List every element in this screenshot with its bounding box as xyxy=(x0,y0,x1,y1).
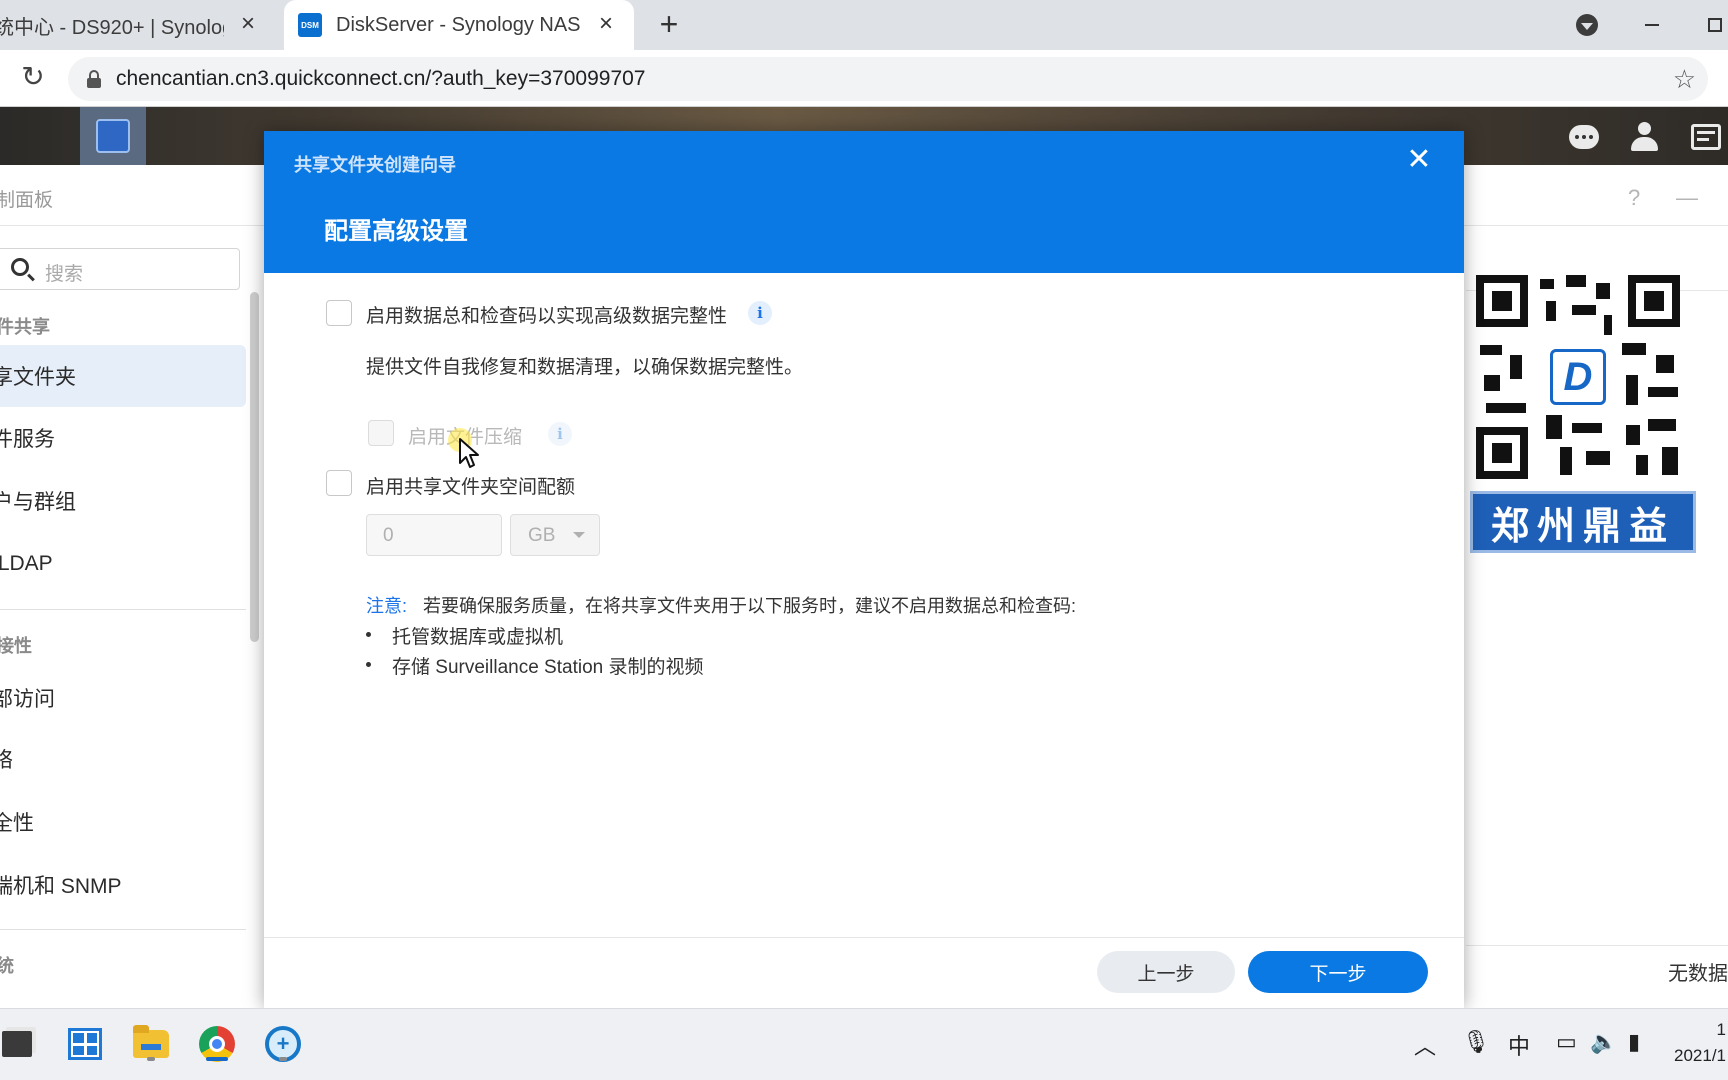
divider xyxy=(1466,945,1728,946)
minimize-window-icon[interactable]: — xyxy=(1676,185,1698,211)
user-icon[interactable] xyxy=(1624,117,1664,157)
sidebar-item-external-access[interactable]: 部访问 xyxy=(0,667,246,729)
display-icon[interactable]: ▭ xyxy=(1556,1029,1577,1055)
checksum-checkbox[interactable] xyxy=(326,300,352,326)
url-text: chencantian.cn3.quickconnect.cn/?auth_ke… xyxy=(116,67,646,90)
section-system: 统 xyxy=(0,956,14,976)
qr-logo-icon: D xyxy=(1550,349,1606,405)
tab-title: DiskServer - Synology NAS xyxy=(336,13,581,36)
quota-checkbox[interactable] xyxy=(326,470,352,496)
new-tab-button[interactable]: + xyxy=(652,8,686,42)
chevron-down-icon xyxy=(573,532,585,538)
search-icon xyxy=(11,258,29,276)
sidebar-item-ldap[interactable]: /LDAP xyxy=(0,533,246,595)
clock-date: 2021/1 xyxy=(1674,1046,1726,1065)
divider xyxy=(0,929,246,930)
start-icon[interactable] xyxy=(0,1021,40,1067)
sidebar-item-users-groups[interactable]: 户与群组 xyxy=(0,470,246,532)
section-connectivity: 接性 xyxy=(0,636,32,656)
chrome-icon[interactable] xyxy=(194,1021,240,1067)
tray-overflow-chevron-icon[interactable]: ︿ xyxy=(1414,1029,1436,1061)
close-icon[interactable]: × xyxy=(594,12,618,37)
search-app-icon[interactable]: + xyxy=(260,1021,306,1067)
sidebar-item-security[interactable]: 全性 xyxy=(0,791,246,853)
file-explorer-icon[interactable] xyxy=(128,1021,174,1067)
search-field[interactable]: 搜索 xyxy=(0,248,240,290)
sidebar-item-terminal-snmp[interactable]: 端机和 SNMP xyxy=(0,854,246,916)
os-taskbar: + ︿ 🎙 中 ▭ 🔈 ▮ 1 2021/1 xyxy=(0,1008,1728,1080)
watermark-banner: 郑州鼎益 xyxy=(1470,491,1696,553)
main-menu-icon[interactable] xyxy=(0,120,22,152)
dsm-favicon-icon: DSM xyxy=(298,13,322,37)
next-button[interactable]: 下一步 xyxy=(1248,951,1428,993)
maximize-icon[interactable] xyxy=(1700,10,1728,40)
close-icon[interactable]: × xyxy=(236,12,260,37)
notifications-icon[interactable] xyxy=(1564,117,1604,157)
list-item: 存储 Surveillance Station 录制的视频 xyxy=(366,652,704,679)
qr-watermark: D 郑州鼎益 xyxy=(1470,275,1696,553)
widgets-icon[interactable] xyxy=(62,1021,108,1067)
widgets-panel-icon[interactable] xyxy=(1686,117,1726,157)
checksum-description: 提供文件自我修复和数据清理，以确保数据完整性。 xyxy=(366,357,804,378)
browser-tab-active[interactable]: DSM DiskServer - Synology NAS × xyxy=(284,0,634,50)
control-panel-title: 制面板 xyxy=(0,190,54,211)
quota-size-input[interactable]: 0 xyxy=(366,514,502,556)
close-icon[interactable]: ✕ xyxy=(1404,145,1434,175)
info-icon[interactable]: i xyxy=(748,301,772,325)
profile-menu-icon[interactable] xyxy=(1572,10,1602,40)
divider xyxy=(264,937,1464,938)
shared-folder-wizard-dialog: 共享文件夹创建向导 配置高级设置 ✕ 启用数据总和检查码以实现高级数据完整性 i… xyxy=(264,131,1464,1008)
clock[interactable]: 1 2021/1 xyxy=(1674,1017,1726,1069)
help-icon[interactable]: ? xyxy=(1628,185,1640,211)
microphone-icon[interactable]: 🎙 xyxy=(1462,1029,1490,1055)
bookmark-star-icon[interactable]: ☆ xyxy=(1673,64,1696,95)
step-title: 配置高级设置 xyxy=(324,218,468,245)
url-field[interactable]: chencantian.cn3.quickconnect.cn/?auth_ke… xyxy=(68,57,1708,101)
volume-icon[interactable]: 🔈 xyxy=(1590,1029,1617,1055)
dialog-header: 共享文件夹创建向导 配置高级设置 ✕ xyxy=(264,131,1464,273)
checksum-label: 启用数据总和检查码以实现高级数据完整性 xyxy=(366,306,728,327)
note-text: 注意: 若要确保服务质量，在将共享文件夹用于以下服务时，建议不启用数据总和检查码: xyxy=(366,592,1076,618)
note-body: 若要确保服务质量，在将共享文件夹用于以下服务时，建议不启用数据总和检查码: xyxy=(423,596,1077,616)
quota-label: 启用共享文件夹空间配额 xyxy=(366,477,576,498)
sidebar-item-network[interactable]: 络 xyxy=(0,728,246,790)
clock-time: 1 xyxy=(1716,1020,1726,1039)
empty-state-text: 无数据 xyxy=(1668,963,1728,985)
sidebar-item-shared-folder[interactable]: 享文件夹 xyxy=(0,345,246,407)
note-key: 注意: xyxy=(366,596,408,616)
compression-checkbox[interactable] xyxy=(368,420,394,446)
battery-icon[interactable]: ▮ xyxy=(1628,1029,1640,1055)
minimize-icon[interactable] xyxy=(1637,10,1667,40)
divider xyxy=(0,609,246,610)
wizard-title: 共享文件夹创建向导 xyxy=(294,155,456,175)
list-item: 托管数据库或虚拟机 xyxy=(366,622,563,649)
browser-tab-bar: 统中心 - DS920+ | Synology × DSM DiskServer… xyxy=(0,0,1728,50)
address-bar: ↻ chencantian.cn3.quickconnect.cn/?auth_… xyxy=(0,50,1728,107)
info-icon[interactable]: i xyxy=(548,422,572,446)
sidebar-item-file-services[interactable]: 件服务 xyxy=(0,407,246,469)
quota-unit-select[interactable]: GB xyxy=(510,514,600,556)
browser-tab-inactive[interactable]: 统中心 - DS920+ | Synology × xyxy=(0,0,272,50)
control-panel-app-icon[interactable] xyxy=(80,107,146,165)
mouse-cursor-icon xyxy=(459,438,479,468)
qr-code: D xyxy=(1476,275,1680,479)
lock-icon xyxy=(86,70,102,88)
section-file-sharing: 件共享 xyxy=(0,317,50,337)
tab-title: 统中心 - DS920+ | Synology xyxy=(0,16,224,39)
reload-icon[interactable]: ↻ xyxy=(18,62,48,92)
ime-indicator[interactable]: 中 xyxy=(1508,1029,1530,1061)
quota-unit-value: GB xyxy=(528,525,556,546)
sidebar-scrollbar[interactable] xyxy=(250,292,259,642)
search-placeholder: 搜索 xyxy=(45,264,84,285)
prev-button[interactable]: 上一步 xyxy=(1097,951,1235,993)
